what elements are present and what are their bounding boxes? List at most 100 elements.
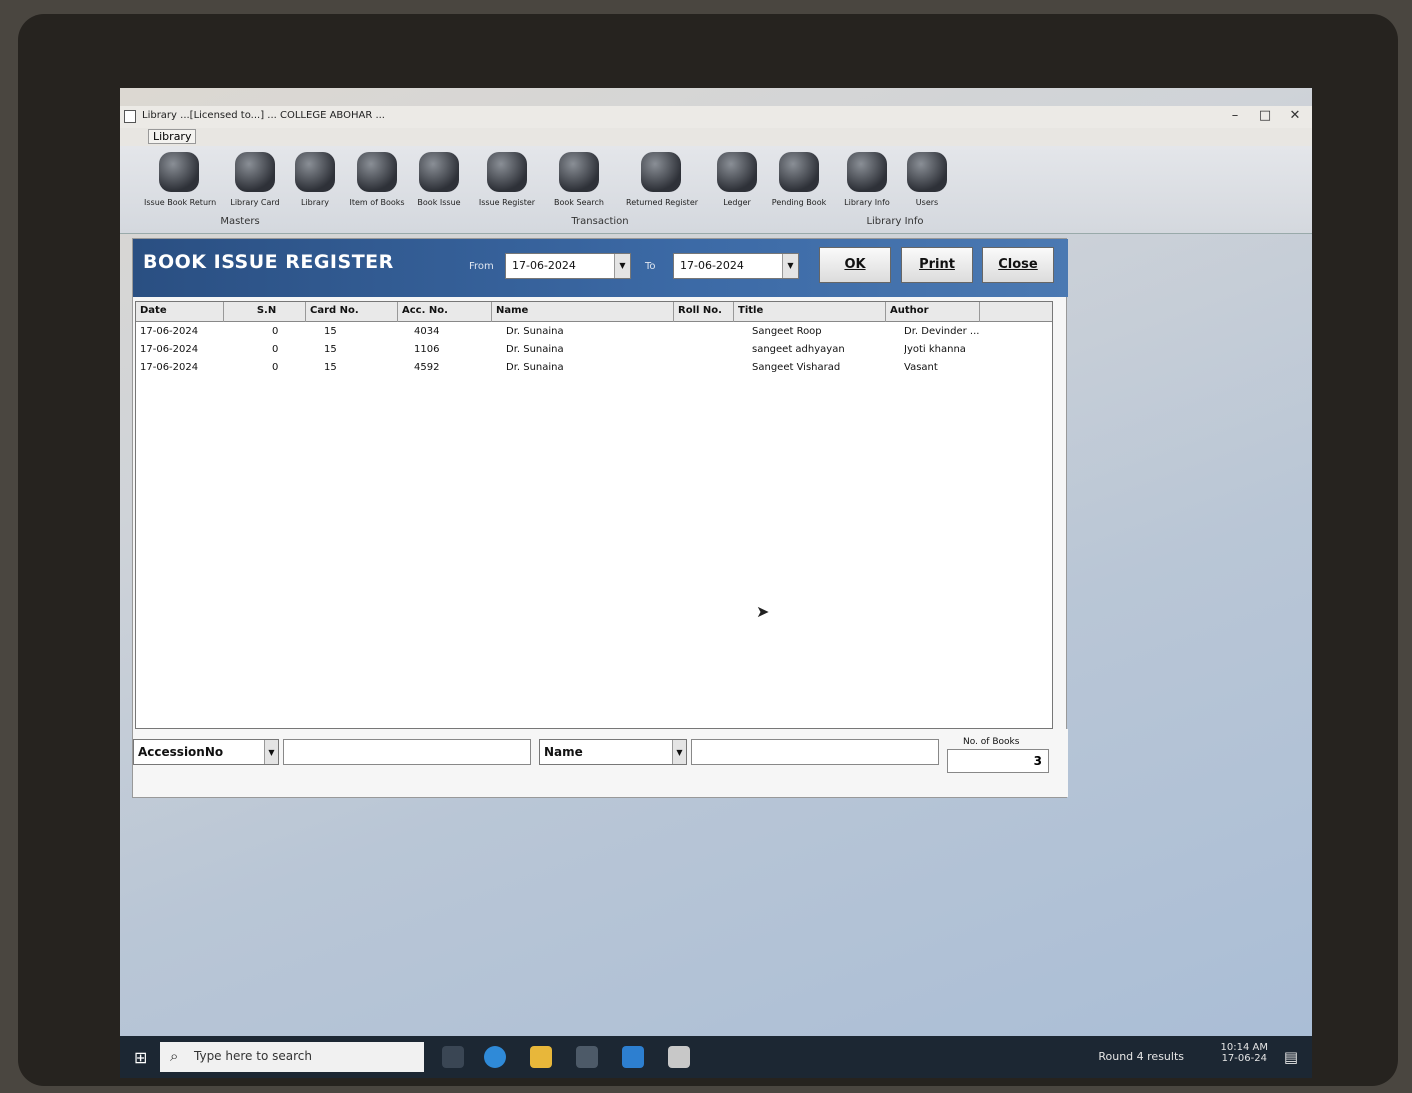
- from-label: From: [469, 261, 494, 272]
- ribbon-item-of-books-button[interactable]: Item of Books: [342, 152, 412, 207]
- form-title: BOOK ISSUE REGISTER: [143, 251, 394, 273]
- menubar: Library: [120, 128, 1312, 146]
- filter-field2-input[interactable]: [691, 739, 939, 765]
- taskbar-clock[interactable]: 10:14 AM 17-06-24: [1221, 1042, 1268, 1064]
- ribbon-label: Users: [915, 198, 939, 207]
- ribbon-group-transaction: Transaction: [571, 216, 629, 227]
- chevron-down-icon[interactable]: ▼: [672, 740, 686, 764]
- ribbon-issue-register-button[interactable]: Issue Register: [472, 152, 542, 207]
- cell-author: Vasant: [904, 362, 938, 373]
- tray-notification-text[interactable]: Round 4 results: [1098, 1050, 1184, 1063]
- clock-date: 17-06-24: [1221, 1053, 1267, 1064]
- ribbon-users-button[interactable]: Users: [892, 152, 962, 207]
- book-return-icon: [159, 152, 199, 192]
- column-header-acc-no[interactable]: Acc. No.: [398, 302, 492, 322]
- no-of-books-value: 3: [947, 749, 1049, 773]
- file-explorer-icon[interactable]: [530, 1046, 552, 1068]
- book-issue-register-window: BOOK ISSUE REGISTER From 17-06-2024 ▼ To…: [132, 238, 1068, 798]
- cell-date: 17-06-2024: [140, 362, 199, 373]
- search-icon: ⌕: [170, 1047, 179, 1065]
- filter-field2-select[interactable]: Name ▼: [539, 739, 687, 765]
- column-header-title[interactable]: Title: [734, 302, 886, 322]
- app-icon: [124, 110, 136, 123]
- ribbon-book-issue-button[interactable]: Book Issue: [404, 152, 474, 207]
- column-header-roll-no[interactable]: Roll No.: [674, 302, 734, 322]
- ribbon-label: Returned Register: [626, 198, 699, 207]
- from-date-value: 17-06-2024: [512, 259, 576, 272]
- clock-time: 10:14 AM: [1220, 1042, 1268, 1053]
- ribbon-returned-register-button[interactable]: Returned Register: [626, 152, 699, 207]
- mail-icon[interactable]: [622, 1046, 644, 1068]
- cell-acc-no: 4034: [414, 326, 440, 337]
- cell-author: Jyoti khanna: [904, 344, 966, 355]
- taskbar: ⊞ ⌕ Type here to search Round 4 results …: [120, 1036, 1312, 1078]
- menu-library[interactable]: Library: [148, 129, 197, 144]
- close-button[interactable]: Close: [982, 247, 1054, 283]
- grid-header: Date S.N Card No. Acc. No. Name Roll No.…: [136, 302, 1052, 322]
- ribbon-issue-book-return-button[interactable]: Issue Book Return: [144, 152, 217, 207]
- chevron-down-icon[interactable]: ▼: [614, 254, 630, 278]
- cell-sn: 0: [272, 344, 279, 355]
- register-icon: [487, 152, 527, 192]
- users-icon: [907, 152, 947, 192]
- cell-name: Dr. Sunaina: [506, 362, 564, 373]
- ribbon-group-library-info: Library Info: [866, 216, 924, 227]
- ribbon-ledger-button[interactable]: Ledger: [702, 152, 772, 207]
- close-window-button[interactable]: ✕: [1280, 108, 1310, 123]
- ribbon-label: Book Issue: [417, 198, 461, 207]
- to-date-value: 17-06-2024: [680, 259, 744, 272]
- from-date-picker[interactable]: 17-06-2024 ▼: [505, 253, 631, 279]
- cell-date: 17-06-2024: [140, 326, 199, 337]
- filter-field1-input[interactable]: [283, 739, 531, 765]
- pending-book-icon: [779, 152, 819, 192]
- column-header-card-no[interactable]: Card No.: [306, 302, 398, 322]
- store-icon[interactable]: [576, 1046, 598, 1068]
- window-title: Library ...[Licensed to...] ... COLLEGE …: [142, 110, 385, 121]
- to-date-picker[interactable]: 17-06-2024 ▼: [673, 253, 799, 279]
- ribbon-pending-book-button[interactable]: Pending Book: [764, 152, 834, 207]
- ok-button[interactable]: OK: [819, 247, 891, 283]
- screen: Library ...[Licensed to...] ... COLLEGE …: [120, 88, 1312, 1078]
- minimize-button[interactable]: –: [1220, 108, 1250, 123]
- table-row[interactable]: 17-06-2024 0 15 4034 Dr. Sunaina Sangeet…: [136, 324, 1052, 342]
- cell-sn: 0: [272, 362, 279, 373]
- ribbon-label: Issue Book Return: [144, 198, 217, 207]
- table-row[interactable]: 17-06-2024 0 15 4592 Dr. Sunaina Sangeet…: [136, 360, 1052, 378]
- table-row[interactable]: 17-06-2024 0 15 1106 Dr. Sunaina sangeet…: [136, 342, 1052, 360]
- cell-card-no: 15: [324, 326, 337, 337]
- filter-field2-value: Name: [544, 745, 583, 759]
- column-header-author[interactable]: Author: [886, 302, 980, 322]
- cell-acc-no: 1106: [414, 344, 440, 355]
- ribbon-label: Library: [301, 198, 329, 207]
- library-icon: [295, 152, 335, 192]
- info-icon: [847, 152, 887, 192]
- mouse-cursor-icon: ➤: [756, 602, 770, 621]
- column-header-name[interactable]: Name: [492, 302, 674, 322]
- window-titlebar: Library ...[Licensed to...] ... COLLEGE …: [120, 106, 1312, 128]
- cell-sn: 0: [272, 326, 279, 337]
- search-icon: [559, 152, 599, 192]
- notification-icon[interactable]: ▤: [1284, 1048, 1298, 1066]
- no-of-books-label: No. of Books: [963, 737, 1020, 747]
- filter-field1-select[interactable]: AccessionNo ▼: [133, 739, 279, 765]
- taskbar-search-box[interactable]: ⌕ Type here to search: [160, 1042, 424, 1072]
- print-button[interactable]: Print: [901, 247, 973, 283]
- returned-register-icon: [641, 152, 681, 192]
- column-header-sn[interactable]: S.N: [224, 302, 306, 322]
- task-view-icon[interactable]: [442, 1046, 464, 1068]
- windows-start-icon[interactable]: ⊞: [134, 1048, 147, 1067]
- edge-browser-icon[interactable]: [484, 1046, 506, 1068]
- issue-register-grid[interactable]: Date S.N Card No. Acc. No. Name Roll No.…: [135, 301, 1053, 729]
- filter-bar: AccessionNo ▼ Name ▼ No. of Books 3: [133, 729, 1068, 797]
- app-pin-icon[interactable]: [668, 1046, 690, 1068]
- column-header-date[interactable]: Date: [136, 302, 224, 322]
- chevron-down-icon[interactable]: ▼: [264, 740, 278, 764]
- cell-title: sangeet adhyayan: [752, 344, 845, 355]
- ribbon-book-search-button[interactable]: Book Search: [544, 152, 614, 207]
- chevron-down-icon[interactable]: ▼: [782, 254, 798, 278]
- maximize-button[interactable]: □: [1250, 108, 1280, 123]
- ribbon-label: Item of Books: [349, 198, 405, 207]
- ledger-icon: [717, 152, 757, 192]
- ribbon-library-button[interactable]: Library: [280, 152, 350, 207]
- cell-date: 17-06-2024: [140, 344, 199, 355]
